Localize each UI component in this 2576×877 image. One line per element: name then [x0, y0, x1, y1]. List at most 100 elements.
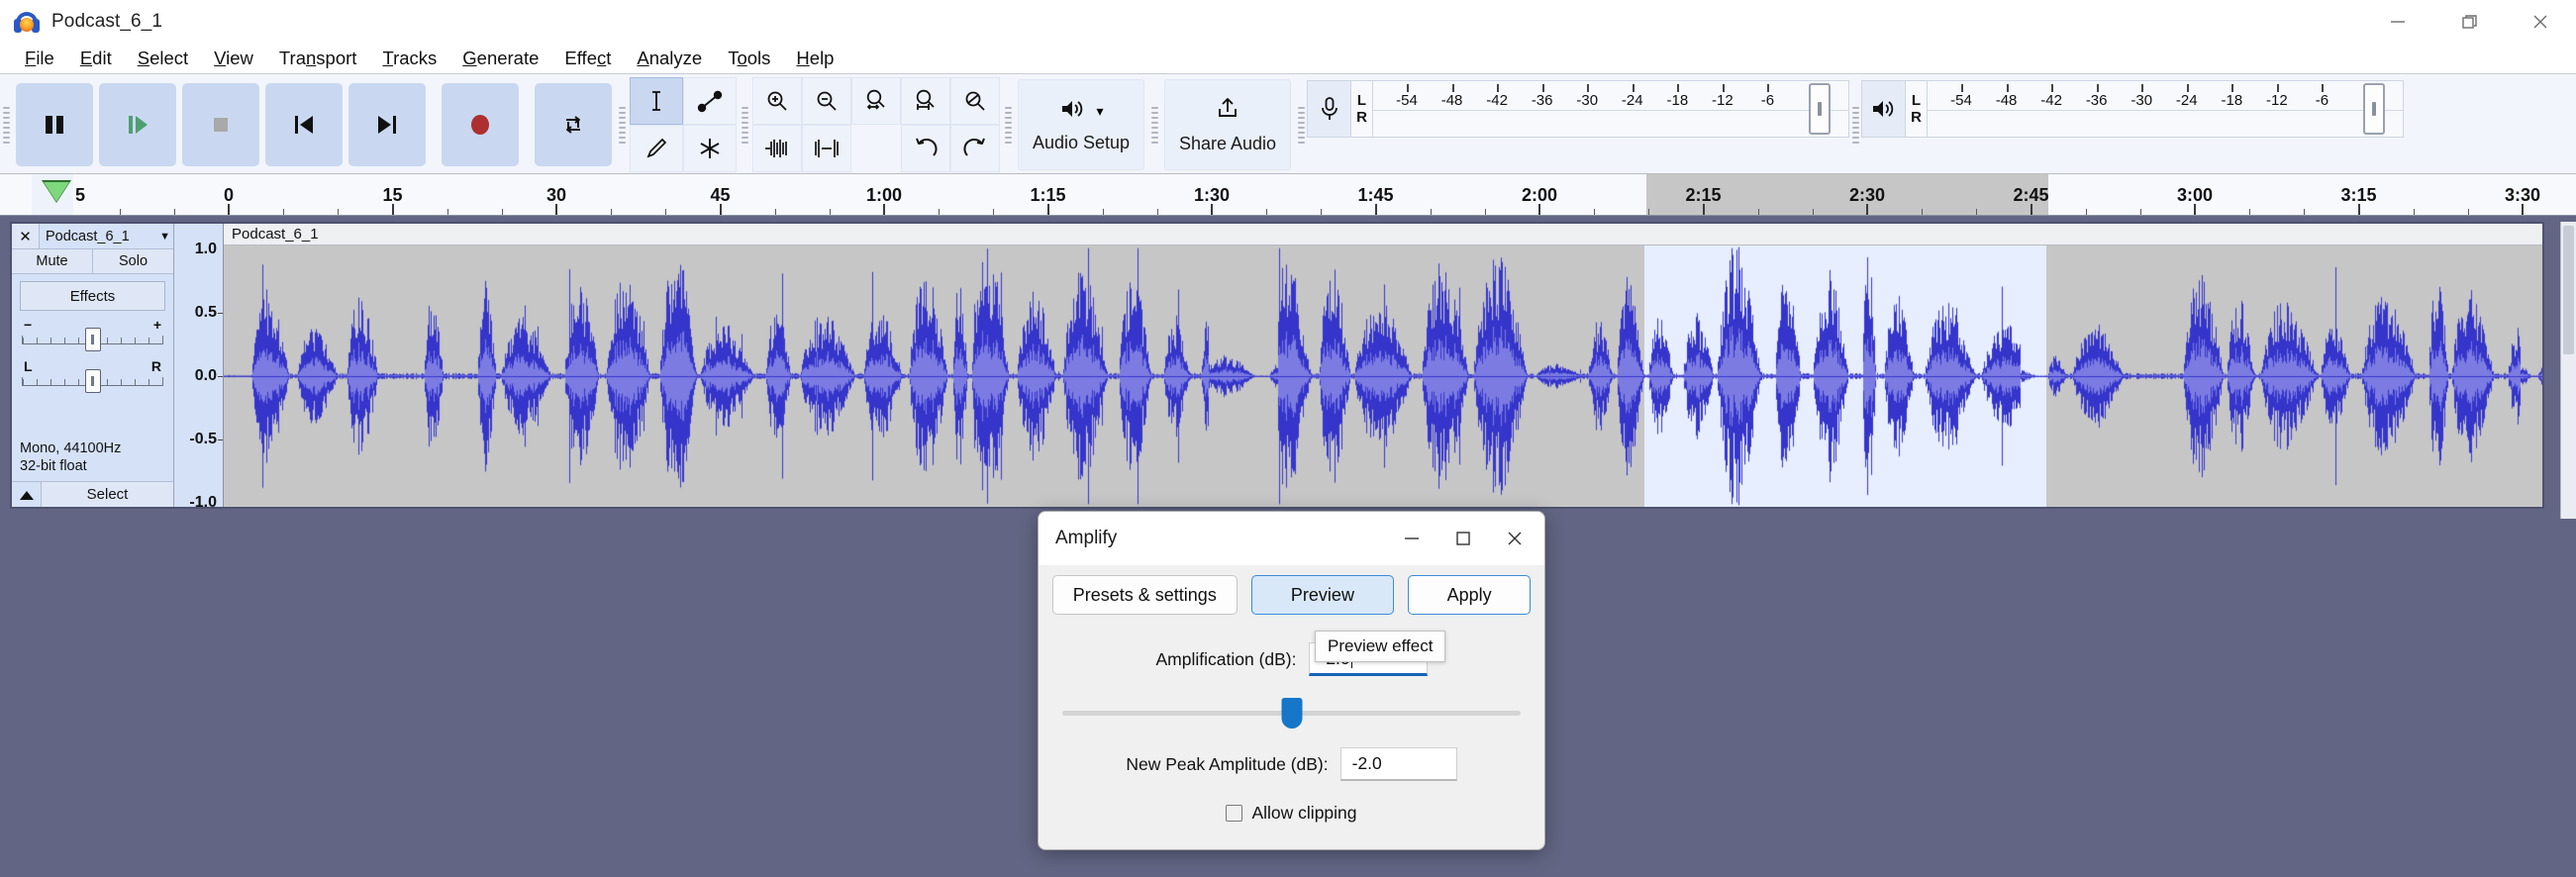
- allow-clipping-row[interactable]: Allow clipping: [1052, 803, 1531, 824]
- meter-scale-label: -36: [2085, 92, 2108, 109]
- draw-tool[interactable]: [630, 125, 683, 172]
- close-icon[interactable]: [2505, 0, 2576, 44]
- multi-tool[interactable]: [683, 125, 737, 172]
- vertical-ruler-label: 0.0: [194, 367, 217, 384]
- menu-item-tracks[interactable]: Tracks: [369, 46, 449, 71]
- maximize-icon[interactable]: [1437, 512, 1489, 565]
- mute-button[interactable]: Mute: [12, 249, 92, 273]
- ruler-minor-tick: [119, 209, 121, 215]
- toolbar-dock: ▾ Audio Setup Share Audio LR -54 -48 -42…: [0, 73, 2576, 174]
- waveform-canvas[interactable]: [224, 245, 2542, 507]
- share-audio-label: Share Audio: [1178, 134, 1277, 153]
- apply-button[interactable]: Apply: [1408, 575, 1532, 615]
- menu-item-help[interactable]: Help: [783, 46, 846, 71]
- menu-item-generate[interactable]: Generate: [449, 46, 551, 71]
- clip-header[interactable]: Podcast_6_1: [224, 224, 2542, 245]
- tools-toolbar-grip[interactable]: [616, 76, 628, 173]
- gain-slider-thumb[interactable]: [84, 328, 101, 351]
- timeline-ruler[interactable]: 5 0 15 30 45 1:00 1:15 1:30 1:45 2:00 2:15 2:30 2:45…: [0, 174, 2576, 216]
- amplification-slider-thumb[interactable]: [1281, 698, 1302, 729]
- ruler-start-label: 5: [75, 185, 86, 205]
- skip-to-end-button[interactable]: [348, 83, 426, 166]
- track-name-dropdown[interactable]: Podcast_6_1 ▼: [40, 224, 173, 248]
- allow-clipping-checkbox[interactable]: [1226, 805, 1243, 822]
- ruler-major-tick: [2194, 204, 2196, 215]
- microphone-icon[interactable]: [1308, 81, 1351, 137]
- pan-slider[interactable]: L R: [22, 358, 163, 394]
- restore-icon[interactable]: [2433, 0, 2505, 44]
- menu-item-tools[interactable]: Tools: [715, 46, 783, 71]
- recording-meter-grip[interactable]: [1295, 76, 1307, 173]
- playback-meter-grip[interactable]: [1849, 76, 1861, 173]
- minimize-icon[interactable]: [1386, 512, 1437, 565]
- chevron-down-icon[interactable]: ▼: [159, 231, 170, 243]
- track-waveform-area[interactable]: Podcast_6_1: [224, 224, 2542, 507]
- audio-setup-button[interactable]: ▾ Audio Setup: [1018, 79, 1144, 170]
- minimize-icon[interactable]: [2362, 0, 2433, 44]
- silence-audio-button[interactable]: [802, 125, 851, 172]
- menu-item-select[interactable]: Select: [125, 46, 201, 71]
- waveform-zone[interactable]: [224, 245, 2542, 507]
- playback-meter-toolbar[interactable]: LR -54-48-42-36-30-24-18-12-60: [1861, 80, 2404, 138]
- collapse-up-icon[interactable]: [12, 481, 42, 507]
- share-audio-toolbar-grip[interactable]: [1148, 76, 1160, 173]
- share-audio-button[interactable]: Share Audio: [1164, 79, 1291, 170]
- close-icon[interactable]: [1489, 512, 1540, 565]
- close-track-icon[interactable]: ✕: [12, 224, 40, 248]
- ruler-minor-tick: [2249, 209, 2251, 215]
- recording-meter-toolbar[interactable]: LR -54-48-42-36-30-24-18-12-60: [1307, 80, 1849, 138]
- new-peak-amplitude-input[interactable]: -2.0: [1339, 747, 1457, 781]
- zoom-in-button[interactable]: [752, 77, 802, 125]
- redo-button[interactable]: [950, 125, 1000, 172]
- stop-button[interactable]: [182, 83, 259, 166]
- undo-button[interactable]: [901, 125, 950, 172]
- loop-button[interactable]: [535, 83, 612, 166]
- preview-button[interactable]: Preview: [1250, 575, 1395, 615]
- fit-selection-button[interactable]: [851, 77, 901, 125]
- vertical-ruler-tick: [218, 439, 223, 440]
- menu-item-edit[interactable]: Edit: [67, 46, 125, 71]
- selection-tool[interactable]: [630, 77, 683, 125]
- select-button[interactable]: Select: [42, 481, 173, 507]
- menu-item-file[interactable]: File: [12, 46, 67, 71]
- ruler-minor-tick: [1812, 209, 1814, 215]
- vertical-scrollbar-thumb[interactable]: [2563, 226, 2574, 354]
- zoom-toggle-button[interactable]: [950, 77, 1000, 125]
- presets-and-settings-button[interactable]: Presets & settings: [1052, 575, 1238, 615]
- playback-speaker-icon[interactable]: [1862, 81, 1906, 137]
- fit-project-button[interactable]: [901, 77, 950, 125]
- meter-tick: [1677, 84, 1680, 92]
- pause-button[interactable]: [16, 83, 93, 166]
- gain-slider[interactable]: − +: [22, 317, 163, 352]
- menu-item-transport[interactable]: Transport: [266, 46, 370, 71]
- trim-audio-button[interactable]: [752, 125, 802, 172]
- amplification-label: Amplification (dB):: [1155, 648, 1297, 669]
- timeline-pin-icon[interactable]: [44, 182, 69, 202]
- menu-item-effect[interactable]: Effect: [551, 46, 624, 71]
- ruler-minor-tick: [173, 209, 175, 215]
- meter-scale-label: -54: [1950, 92, 1972, 109]
- meter-scale-label: -18: [1666, 92, 1689, 109]
- meter-tick: [1961, 84, 1963, 92]
- vertical-scrollbar[interactable]: [2560, 222, 2576, 519]
- audio-setup-toolbar: ▾ Audio Setup: [1014, 76, 1148, 173]
- audio-setup-toolbar-grip[interactable]: [1002, 76, 1014, 173]
- ruler-major-tick: [1866, 204, 1868, 215]
- zoom-out-button[interactable]: [802, 77, 851, 125]
- menu-item-analyze[interactable]: Analyze: [624, 46, 715, 71]
- play-button[interactable]: [99, 83, 176, 166]
- pan-slider-thumb[interactable]: [84, 369, 101, 393]
- amplification-slider[interactable]: [1062, 696, 1521, 730]
- envelope-tool[interactable]: [683, 77, 737, 125]
- ruler-major-tick: [1702, 204, 1705, 215]
- menu-item-view[interactable]: View: [201, 46, 266, 71]
- record-button[interactable]: [442, 83, 519, 166]
- transport-toolbar-grip[interactable]: [0, 76, 12, 173]
- skip-to-start-button[interactable]: [265, 83, 343, 166]
- meter-slider-thumb[interactable]: [1809, 83, 1831, 135]
- solo-button[interactable]: Solo: [92, 249, 173, 273]
- effects-button[interactable]: Effects: [20, 281, 165, 311]
- edit-toolbar-grip[interactable]: [739, 76, 750, 173]
- meter-slider-thumb[interactable]: [2363, 83, 2385, 135]
- meter-tick: [1767, 84, 1770, 92]
